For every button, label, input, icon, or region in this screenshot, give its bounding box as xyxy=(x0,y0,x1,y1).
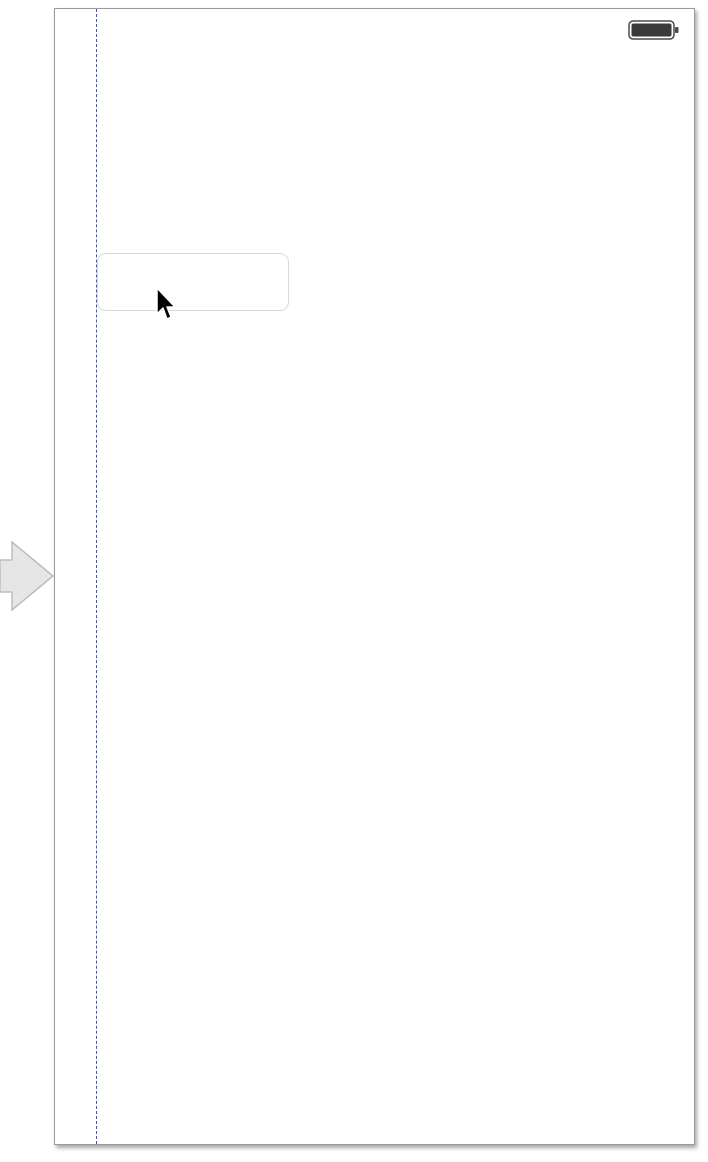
leading-layout-guide xyxy=(96,9,97,1144)
initial-view-controller-arrow-icon[interactable] xyxy=(0,540,56,612)
mouse-pointer-icon xyxy=(156,287,176,320)
view-controller-scene[interactable] xyxy=(54,8,695,1145)
text-field[interactable] xyxy=(97,253,289,311)
storyboard-canvas xyxy=(0,0,708,1162)
battery-full-icon xyxy=(628,20,679,40)
